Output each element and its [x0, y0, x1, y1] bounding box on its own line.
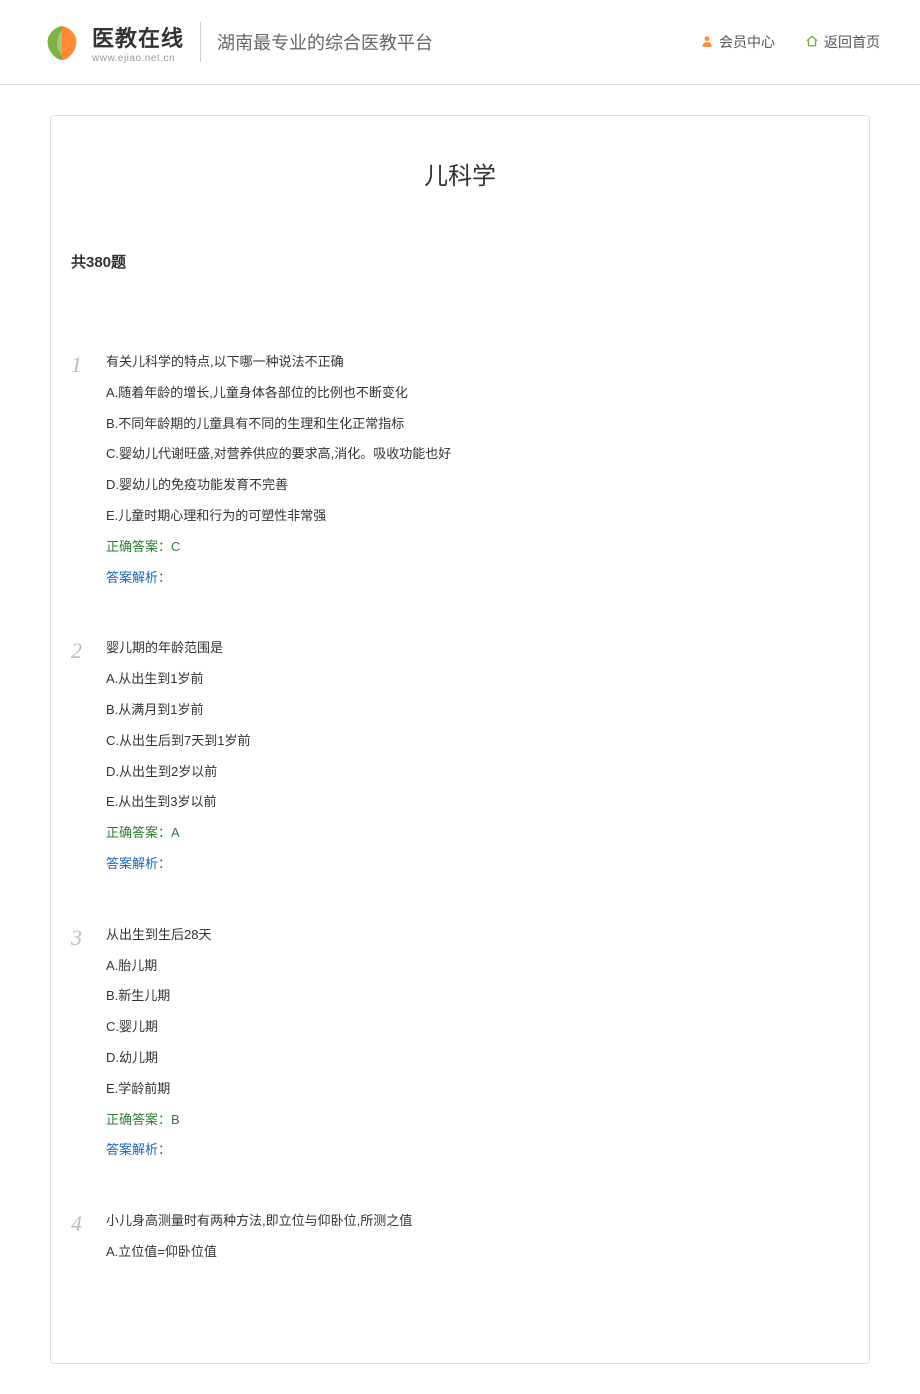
- question-body: 从出生到生后28天 A.胎儿期 B.新生儿期 C.婴儿期 D.幼儿期 E.学龄前期正确答案…: [106, 925, 849, 1161]
- question-body: 有关儿科学的特点,以下哪一种说法不正确 A.随着年龄的增长,儿童身体各部位的比例也…: [106, 352, 849, 588]
- question-number: 3: [71, 925, 106, 1161]
- question-text: 从出生到生后28天: [106, 925, 849, 946]
- question-body: 小儿身高测量时有两种方法,即立位与仰卧位,所测之值 A.立位值=仰卧位值: [106, 1211, 849, 1273]
- question-option: C.婴儿期: [106, 1017, 849, 1038]
- home-link[interactable]: 返回首页: [805, 32, 880, 52]
- answer-analysis: 答案解析：: [106, 854, 849, 875]
- member-center-link[interactable]: 会员中心: [700, 32, 775, 52]
- question-item: 4小儿身高测量时有两种方法,即立位与仰卧位,所测之值 A.立位值=仰卧位值: [71, 1211, 849, 1273]
- question-text: 婴儿期的年龄范围是: [106, 638, 849, 659]
- question-item: 3从出生到生后28天 A.胎儿期 B.新生儿期 C.婴儿期 D.幼儿期 E.学龄前期正确答…: [71, 925, 849, 1161]
- correct-answer: 正确答案：A: [106, 823, 849, 844]
- logo-text: 医教在线 www.ejiao.net.cn: [92, 21, 184, 64]
- question-option: B.新生儿期: [106, 986, 849, 1007]
- question-option: C.婴幼儿代谢旺盛,对营养供应的要求高,消化。吸收功能也好: [106, 444, 849, 465]
- answer-analysis: 答案解析：: [106, 1140, 849, 1161]
- question-option: A.立位值=仰卧位值: [106, 1242, 849, 1263]
- home-label: 返回首页: [824, 32, 880, 52]
- question-item: 1有关儿科学的特点,以下哪一种说法不正确 A.随着年龄的增长,儿童身体各部位的比例…: [71, 352, 849, 588]
- logo-icon: [40, 20, 84, 64]
- content-box: 儿科学 共380题 1有关儿科学的特点,以下哪一种说法不正确 A.随着年龄的增长,…: [50, 115, 870, 1364]
- question-option: D.幼儿期: [106, 1048, 849, 1069]
- question-option: A.从出生到1岁前: [106, 669, 849, 690]
- question-option: E.从出生到3岁以前: [106, 792, 849, 813]
- logo-section: 医教在线 www.ejiao.net.cn: [40, 20, 184, 64]
- question-option: C.从出生后到7天到1岁前: [106, 731, 849, 752]
- question-option: A.胎儿期: [106, 956, 849, 977]
- question-list: 1有关儿科学的特点,以下哪一种说法不正确 A.随着年龄的增长,儿童身体各部位的比例…: [51, 352, 869, 1273]
- member-center-label: 会员中心: [719, 32, 775, 52]
- question-number: 4: [71, 1211, 106, 1273]
- question-item: 2婴儿期的年龄范围是 A.从出生到1岁前 B.从满月到1岁前 C.从出生后到7天到1岁…: [71, 638, 849, 874]
- question-number: 2: [71, 638, 106, 874]
- question-option: B.不同年龄期的儿童具有不同的生理和生化正常指标: [106, 414, 849, 435]
- question-number: 1: [71, 352, 106, 588]
- question-body: 婴儿期的年龄范围是 A.从出生到1岁前 B.从满月到1岁前 C.从出生后到7天到1岁前…: [106, 638, 849, 874]
- content-wrapper: 儿科学 共380题 1有关儿科学的特点,以下哪一种说法不正确 A.随着年龄的增长,…: [0, 85, 920, 1394]
- correct-answer: 正确答案：C: [106, 537, 849, 558]
- question-option: E.学龄前期: [106, 1079, 849, 1100]
- question-option: A.随着年龄的增长,儿童身体各部位的比例也不断变化: [106, 383, 849, 404]
- question-option: D.从出生到2岁以前: [106, 762, 849, 783]
- logo-url: www.ejiao.net.cn: [92, 53, 184, 64]
- tagline: 湖南最专业的综合医教平台: [217, 29, 433, 55]
- question-count: 共380题: [51, 251, 869, 272]
- user-icon: [700, 34, 714, 51]
- answer-analysis: 答案解析：: [106, 568, 849, 589]
- question-option: B.从满月到1岁前: [106, 700, 849, 721]
- header-divider: [200, 22, 201, 62]
- question-text: 有关儿科学的特点,以下哪一种说法不正确: [106, 352, 849, 373]
- page-header: 医教在线 www.ejiao.net.cn 湖南最专业的综合医教平台 会员中心 …: [0, 0, 920, 85]
- correct-answer: 正确答案：B: [106, 1110, 849, 1131]
- page-title: 儿科学: [51, 156, 869, 191]
- question-option: E.儿童时期心理和行为的可塑性非常强: [106, 506, 849, 527]
- question-text: 小儿身高测量时有两种方法,即立位与仰卧位,所测之值: [106, 1211, 849, 1232]
- logo-title: 医教在线: [92, 21, 184, 53]
- question-option: D.婴幼儿的免疫功能发育不完善: [106, 475, 849, 496]
- home-icon: [805, 34, 819, 51]
- nav-links: 会员中心 返回首页: [700, 32, 880, 52]
